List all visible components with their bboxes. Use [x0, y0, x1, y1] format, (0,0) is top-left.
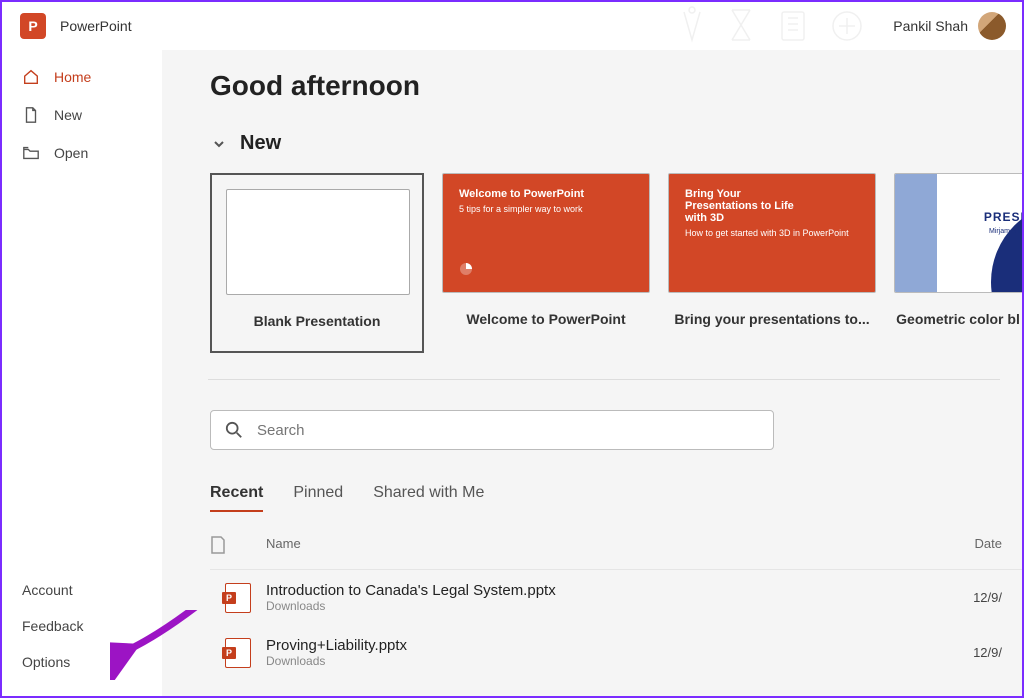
search-icon: [225, 421, 243, 439]
sidebar-item-home[interactable]: Home: [2, 58, 162, 96]
sidebar-item-feedback[interactable]: Feedback: [2, 608, 162, 644]
template-label: Geometric color bl: [894, 311, 1022, 327]
template-blank[interactable]: Blank Presentation: [210, 173, 424, 353]
file-tabs: Recent Pinned Shared with Me: [210, 484, 1022, 512]
sidebar-item-label: Open: [54, 145, 88, 161]
file-location: Downloads: [266, 654, 942, 668]
app-icon: P: [20, 13, 46, 39]
file-date: 12/9/: [942, 590, 1022, 605]
sidebar-item-options[interactable]: Options: [2, 644, 162, 680]
header-decoration: [672, 4, 882, 48]
sidebar: Home New Open Account Feedback Options: [2, 50, 162, 696]
pptx-icon: [225, 583, 251, 613]
main-content: Good afternoon New Blank Presentation We…: [162, 50, 1022, 696]
template-welcome[interactable]: Welcome to PowerPoint 5 tips for a simpl…: [442, 173, 650, 353]
template-3d[interactable]: Bring Your Presentations to Life with 3D…: [668, 173, 876, 353]
user-name[interactable]: Pankil Shah: [893, 18, 968, 34]
greeting: Good afternoon: [210, 70, 1022, 102]
home-icon: [22, 68, 40, 86]
sidebar-item-label: Account: [22, 582, 73, 598]
sidebar-item-label: New: [54, 107, 82, 123]
sidebar-item-label: Home: [54, 69, 91, 85]
app-title: PowerPoint: [60, 18, 132, 34]
pptx-icon: [225, 638, 251, 668]
file-row[interactable]: Introduction to Canada's Legal System.pp…: [210, 570, 1022, 625]
template-label: Blank Presentation: [226, 313, 408, 329]
folder-open-icon: [22, 144, 40, 162]
sidebar-item-label: Feedback: [22, 618, 83, 634]
tab-shared[interactable]: Shared with Me: [373, 484, 484, 512]
file-location: Downloads: [266, 599, 942, 613]
sidebar-item-open[interactable]: Open: [2, 134, 162, 172]
chevron-down-icon[interactable]: [210, 135, 228, 153]
file-name: Introduction to Canada's Legal System.pp…: [266, 582, 942, 599]
document-icon: [210, 536, 226, 554]
avatar[interactable]: [978, 12, 1006, 40]
tab-pinned[interactable]: Pinned: [293, 484, 343, 512]
sidebar-item-label: Options: [22, 654, 70, 670]
template-label: Bring your presentations to...: [668, 311, 876, 327]
divider: [208, 379, 1000, 380]
template-geometric[interactable]: PRESENTATION TITLE Mirjam Nilsson Geomet…: [894, 173, 1022, 353]
file-list-header: Name Date: [210, 524, 1022, 570]
template-row: Blank Presentation Welcome to PowerPoint…: [210, 173, 1022, 353]
new-icon: [22, 106, 40, 124]
file-date: 12/9/: [942, 645, 1022, 660]
column-name[interactable]: Name: [266, 536, 942, 557]
file-row[interactable]: Proving+Liability.pptx Downloads 12/9/: [210, 625, 1022, 680]
column-date[interactable]: Date: [942, 536, 1022, 557]
sidebar-item-account[interactable]: Account: [2, 572, 162, 608]
search-input[interactable]: [257, 422, 759, 439]
file-name: Proving+Liability.pptx: [266, 637, 942, 654]
search-box[interactable]: [210, 410, 774, 450]
section-title-new: New: [240, 132, 281, 155]
tab-recent[interactable]: Recent: [210, 484, 263, 512]
sidebar-item-new[interactable]: New: [2, 96, 162, 134]
template-label: Welcome to PowerPoint: [442, 311, 650, 327]
